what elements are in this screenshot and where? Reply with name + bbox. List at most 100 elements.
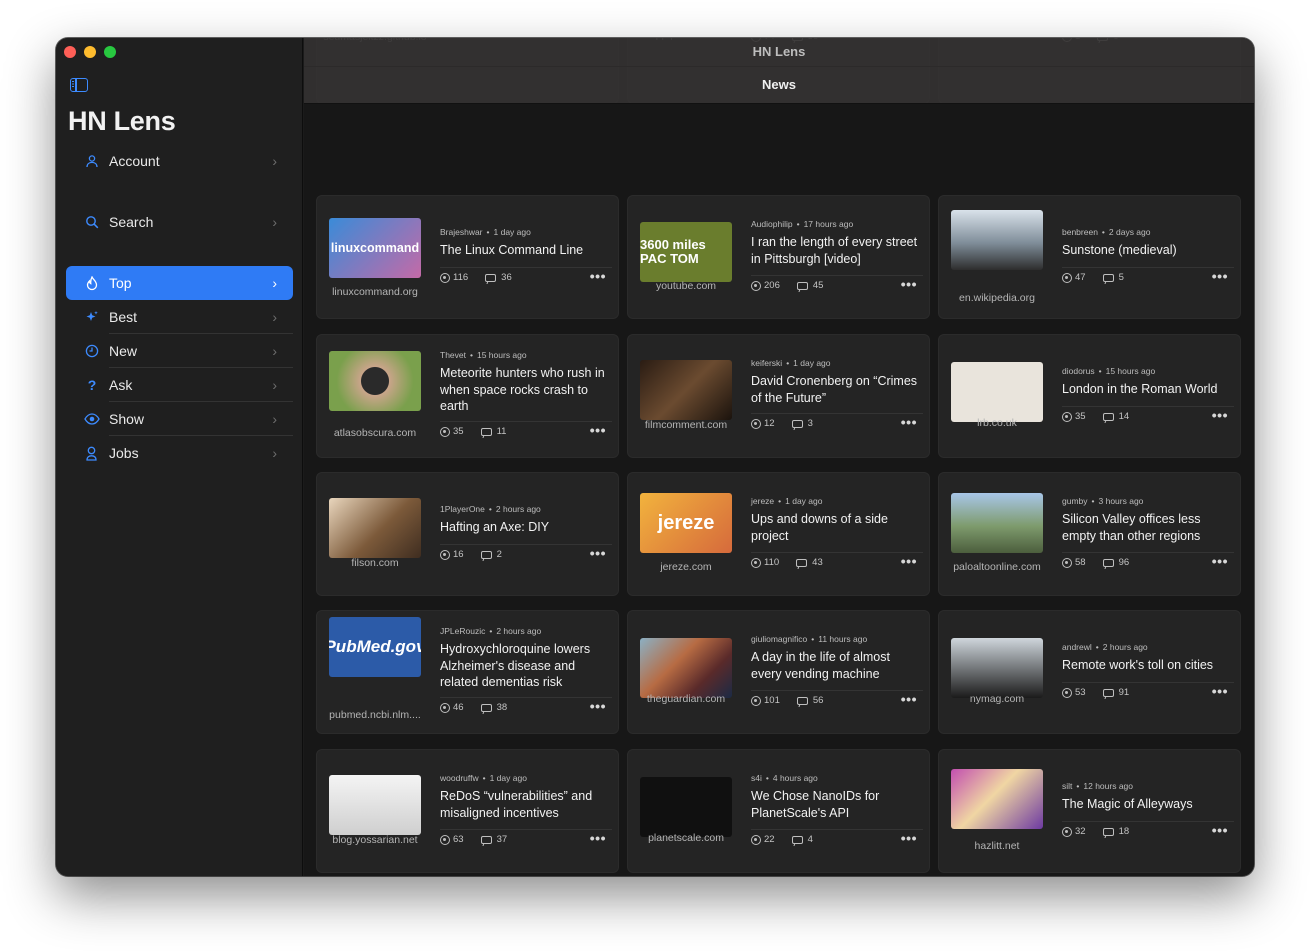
sidebar-item-new[interactable]: New › (66, 334, 293, 368)
comment-count[interactable]: 4 (808, 834, 813, 845)
story-card[interactable]: en.wikipedia.org benbreen • 2 days ago Sun… (938, 195, 1241, 319)
story-author[interactable]: jereze (751, 496, 774, 506)
close-window-button[interactable] (64, 46, 76, 58)
story-card[interactable]: linuxcommand linuxcommand.org Brajeshwar… (316, 195, 619, 319)
more-options-button[interactable]: ••• (1212, 822, 1228, 838)
story-title[interactable]: Hafting an Axe: DIY (440, 519, 612, 536)
story-card[interactable]: paloaltoonline.com gumby • 3 hours ago Sil… (938, 472, 1241, 596)
story-thumbnail[interactable]: jereze (640, 493, 732, 553)
more-options-button[interactable]: ••• (1212, 553, 1228, 569)
comment-count[interactable]: 91 (1119, 687, 1130, 698)
more-options-button[interactable]: ••• (590, 698, 606, 714)
more-options-button[interactable]: ••• (1212, 683, 1228, 699)
story-author[interactable]: silt (1062, 781, 1072, 791)
story-thumbnail[interactable]: linuxcommand (329, 218, 421, 278)
more-options-button[interactable]: ••• (901, 553, 917, 569)
comment-count[interactable]: 2 (497, 549, 502, 560)
comment-count[interactable]: 36 (501, 272, 512, 283)
story-author[interactable]: Brajeshwar (440, 227, 483, 237)
comment-count[interactable]: 45 (813, 280, 824, 291)
story-title[interactable]: A day in the life of almost every vendin… (751, 649, 923, 682)
story-title[interactable]: David Cronenberg on “Crimes of the Futur… (751, 373, 923, 406)
story-author[interactable]: Audiophilip (751, 219, 793, 229)
story-title[interactable]: London in the Roman World (1062, 381, 1234, 398)
comment-count[interactable]: 96 (1119, 557, 1130, 568)
story-author[interactable]: JPLeRouzic (440, 626, 485, 636)
more-options-button[interactable]: ••• (590, 422, 606, 438)
story-title[interactable]: Sunstone (medieval) (1062, 242, 1234, 259)
more-options-button[interactable]: ••• (1212, 268, 1228, 284)
story-thumbnail[interactable] (640, 638, 732, 698)
more-options-button[interactable]: ••• (1212, 407, 1228, 423)
story-author[interactable]: giuliomagnifico (751, 634, 807, 644)
more-options-button[interactable]: ••• (901, 414, 917, 430)
story-title[interactable]: I ran the length of every street in Pitt… (751, 234, 923, 267)
sidebar-item-top[interactable]: Top › (66, 266, 293, 300)
comment-count[interactable]: 11 (497, 426, 507, 437)
story-thumbnail[interactable]: 3600 miles PAC TOM (640, 222, 732, 282)
comment-count[interactable]: 43 (812, 557, 823, 568)
story-thumbnail[interactable] (951, 362, 1043, 422)
comment-count[interactable]: 37 (497, 834, 508, 845)
more-options-button[interactable]: ••• (590, 268, 606, 284)
story-thumbnail[interactable] (951, 210, 1043, 270)
story-author[interactable]: woodruffw (440, 773, 479, 783)
story-thumbnail[interactable] (640, 360, 732, 420)
story-card[interactable]: theguardian.com giuliomagnifico • 11 hours… (627, 610, 930, 734)
sidebar-item-account[interactable]: Account › (66, 144, 293, 178)
story-card[interactable]: 3600 miles PAC TOM youtube.com Audiophil… (627, 195, 930, 319)
comment-count[interactable]: 3 (808, 418, 813, 429)
more-options-button[interactable]: ••• (901, 276, 917, 292)
story-title[interactable]: Silicon Valley offices less empty than o… (1062, 511, 1234, 544)
story-author[interactable]: benbreen (1062, 227, 1098, 237)
more-options-button[interactable]: ••• (901, 691, 917, 707)
story-thumbnail[interactable]: PubMed.gov (329, 617, 421, 677)
story-card[interactable]: PubMed.gov pubmed.ncbi.nlm.... JPLeRouzi… (316, 610, 619, 734)
story-thumbnail[interactable] (329, 498, 421, 558)
comment-count[interactable]: 5 (1119, 272, 1124, 283)
comment-count[interactable]: 56 (813, 695, 824, 706)
zoom-window-button[interactable] (104, 46, 116, 58)
story-card[interactable]: atlasobscura.com Thevet • 15 hours ago Met… (316, 334, 619, 458)
story-title[interactable]: ReDoS “vulnerabilities” and misaligned i… (440, 788, 612, 821)
story-card[interactable]: nymag.com andrewl • 2 hours ago Remote wor… (938, 610, 1241, 734)
sidebar-item-best[interactable]: Best › (66, 300, 293, 334)
comment-count[interactable]: 38 (497, 702, 508, 713)
story-card[interactable]: jereze jereze.com jereze • 1 day ago Ups a… (627, 472, 930, 596)
story-title[interactable]: Hydroxychloroquine lowers Alzheimer's di… (440, 641, 612, 691)
story-author[interactable]: Thevet (440, 350, 466, 360)
story-thumbnail[interactable] (640, 777, 732, 837)
story-title[interactable]: Remote work's toll on cities (1062, 657, 1234, 674)
comment-count[interactable]: 18 (1119, 826, 1130, 837)
sidebar-item-search[interactable]: Search › (66, 205, 293, 239)
story-title[interactable]: Ups and downs of a side project (751, 511, 923, 544)
story-author[interactable]: keiferski (751, 358, 782, 368)
story-card[interactable]: filson.com 1PlayerOne • 2 hours ago Haftin… (316, 472, 619, 596)
minimize-window-button[interactable] (84, 46, 96, 58)
sidebar-toggle-icon[interactable] (70, 78, 88, 92)
story-title[interactable]: Meteorite hunters who rush in when space… (440, 365, 612, 415)
more-options-button[interactable]: ••• (590, 545, 606, 561)
story-card[interactable]: hazlitt.net silt • 12 hours ago The Magic … (938, 749, 1241, 873)
sidebar-item-ask[interactable]: ? Ask › (66, 368, 293, 402)
story-author[interactable]: diodorus (1062, 366, 1095, 376)
story-author[interactable]: gumby (1062, 496, 1088, 506)
more-options-button[interactable]: ••• (590, 830, 606, 846)
story-title[interactable]: The Linux Command Line (440, 242, 612, 259)
story-author[interactable]: 1PlayerOne (440, 504, 485, 514)
sidebar-item-jobs[interactable]: Jobs › (66, 436, 293, 470)
story-title[interactable]: We Chose NanoIDs for PlanetScale's API (751, 788, 923, 821)
story-author[interactable]: s4i (751, 773, 762, 783)
story-thumbnail[interactable] (951, 493, 1043, 553)
comment-count[interactable]: 14 (1119, 411, 1130, 422)
story-card[interactable]: filmcomment.com keiferski • 1 day ago Davi… (627, 334, 930, 458)
more-options-button[interactable]: ••• (901, 830, 917, 846)
story-author[interactable]: andrewl (1062, 642, 1092, 652)
story-thumbnail[interactable] (329, 351, 421, 411)
sidebar-item-show[interactable]: Show › (66, 402, 293, 436)
story-title[interactable]: The Magic of Alleyways (1062, 796, 1234, 813)
story-thumbnail[interactable] (329, 775, 421, 835)
story-thumbnail[interactable] (951, 769, 1043, 829)
story-card[interactable]: planetscale.com s4i • 4 hours ago We Chose… (627, 749, 930, 873)
story-card[interactable]: blog.yossarian.net woodruffw • 1 day ago R… (316, 749, 619, 873)
